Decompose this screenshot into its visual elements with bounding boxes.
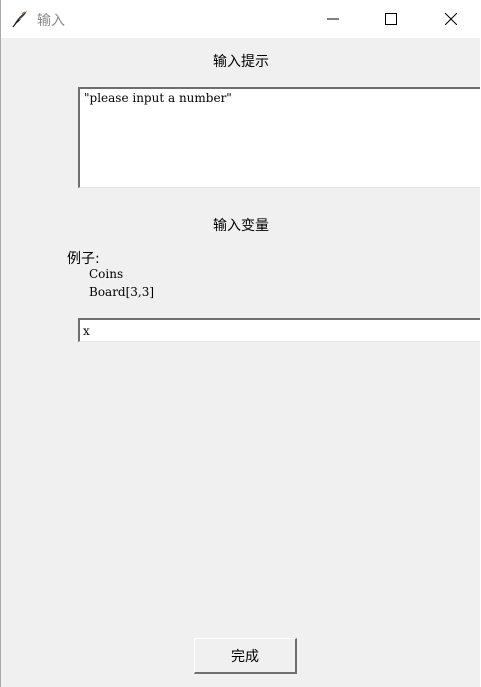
variable-input[interactable] — [78, 318, 481, 342]
example-item: Board[3,3] — [89, 285, 155, 299]
prompt-text-area[interactable]: "please input a number" — [78, 87, 481, 188]
close-button[interactable] — [428, 0, 474, 38]
input-dialog-window: 输入 输入提示 "please input a number" 输入变量 例子:… — [0, 0, 481, 687]
maximize-button[interactable] — [368, 0, 414, 38]
example-item: Coins — [89, 267, 124, 281]
minimize-button[interactable] — [310, 0, 356, 38]
title-bar[interactable]: 输入 — [1, 0, 481, 38]
prompt-heading: 输入提示 — [213, 54, 269, 70]
variable-heading: 输入变量 — [213, 218, 269, 234]
minimize-icon — [327, 10, 339, 29]
example-label: 例子: — [67, 251, 100, 267]
maximize-icon — [385, 10, 397, 29]
feather-icon — [10, 9, 30, 29]
close-icon — [444, 10, 458, 29]
done-button[interactable]: 完成 — [194, 638, 297, 674]
window-title: 输入 — [37, 13, 65, 29]
